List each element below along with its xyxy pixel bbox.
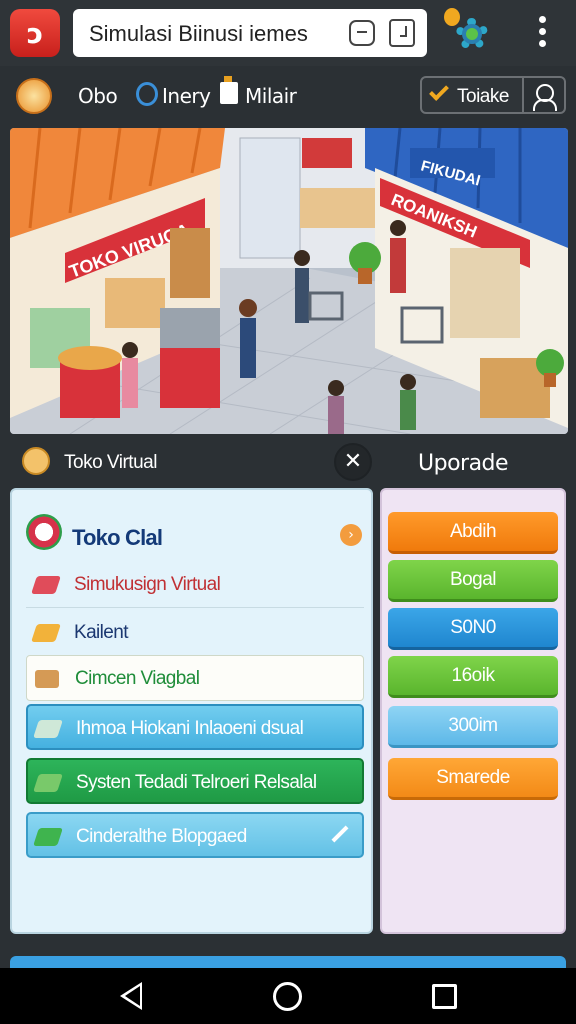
menu-row-ihmoa[interactable]: Ihmoa Hiokani Inlaoeni dsual — [26, 704, 364, 750]
top-app-bar: ↄ Simulasi Biinusi iemes — [0, 0, 576, 66]
upgrade-button-5[interactable]: 300im — [388, 706, 558, 748]
menu-row-label: Ihmoa Hiokani Inlaoeni dsual — [76, 718, 304, 739]
ticket-icon — [31, 576, 61, 594]
gear-icon[interactable] — [444, 8, 494, 56]
menu-row-kailent[interactable]: Kailent — [26, 610, 364, 656]
more-vert-icon[interactable] — [536, 16, 548, 50]
menu-row-cimcen[interactable]: Cimcen Viagbal — [26, 655, 364, 701]
bottom-action-strip[interactable] — [10, 956, 566, 968]
recent-apps-icon[interactable] — [432, 984, 457, 1009]
store-scene-image: TOKO VIRUGA ROANIKSH FIKUDAI — [10, 128, 568, 434]
share-icon[interactable] — [389, 19, 415, 47]
menu-row-label: Kailent — [74, 622, 129, 643]
menu-row-label: Cinderalthe Blopgaed — [76, 826, 247, 847]
menu-row-label: Simukusign Virtual — [74, 574, 221, 595]
ticket-icon — [31, 624, 61, 642]
menu-row-label: Systen Tedadi Telroeri Relsalal — [76, 772, 317, 793]
upgrade-panel: Abdih Bogal S0N0 16oik 300im Smarede — [380, 488, 566, 934]
hero-illustration: TOKO VIRUGA ROANIKSH FIKUDAI — [10, 128, 568, 434]
clock-coin-icon — [22, 447, 50, 475]
upgrade-button-3[interactable]: S0N0 — [388, 608, 558, 650]
section-title: Toko Virtual — [64, 452, 157, 473]
search-text[interactable]: Simulasi Biinusi iemes — [89, 21, 308, 47]
ticket-icon — [33, 720, 63, 738]
upgrade-button-4[interactable]: 16oik — [388, 656, 558, 698]
menu-item-obo[interactable]: Obo — [78, 84, 118, 108]
back-icon[interactable] — [120, 982, 142, 1010]
upgrade-button-6[interactable]: Smarede — [388, 758, 558, 800]
follow-button[interactable]: Toiake — [420, 76, 524, 114]
menu-item-milair[interactable]: Milair — [245, 84, 297, 108]
ticket-icon — [33, 774, 63, 792]
category-bar: Obo Inery Milair Toiake — [0, 70, 576, 120]
search-field[interactable]: Simulasi Biinusi iemes — [73, 9, 427, 57]
box-icon — [35, 670, 59, 688]
shop-badge-icon[interactable] — [16, 78, 52, 114]
browser-icon — [136, 82, 158, 106]
coin-icon — [444, 8, 460, 26]
upgrade-button-1[interactable]: Abdih — [388, 512, 558, 554]
menu-row-label: Cimcen Viagbal — [75, 668, 200, 689]
menu-row-simulation[interactable]: Simukusign Virtual — [26, 562, 364, 608]
system-nav-bar — [0, 968, 576, 1024]
user-icon[interactable] — [524, 76, 566, 114]
store-logo-icon — [26, 514, 62, 550]
follow-label: Toiake — [457, 86, 509, 107]
menu-row-systen[interactable]: Systen Tedadi Telroeri Relsalal — [26, 758, 364, 804]
store-menu-panel: Toko Clal › Simukusign Virtual Kailent C… — [10, 488, 373, 934]
tag-icon[interactable] — [349, 20, 375, 46]
check-icon — [429, 81, 449, 101]
pencil-icon[interactable] — [331, 825, 349, 843]
menu-row-cinderalthe[interactable]: Cinderalthe Blopgaed — [26, 812, 364, 858]
ticket-icon — [33, 828, 63, 846]
home-icon[interactable] — [273, 982, 302, 1011]
upgrade-button-2[interactable]: Bogal — [388, 560, 558, 602]
upgrade-heading: Uporade — [418, 451, 509, 476]
panel-title: Toko Clal — [72, 525, 163, 550]
app-logo-icon[interactable]: ↄ — [10, 9, 60, 57]
close-button[interactable]: ✕ — [334, 443, 372, 481]
bag-icon — [220, 76, 238, 104]
menu-item-inery[interactable]: Inery — [162, 84, 211, 108]
arrow-badge-icon[interactable]: › — [340, 524, 362, 546]
